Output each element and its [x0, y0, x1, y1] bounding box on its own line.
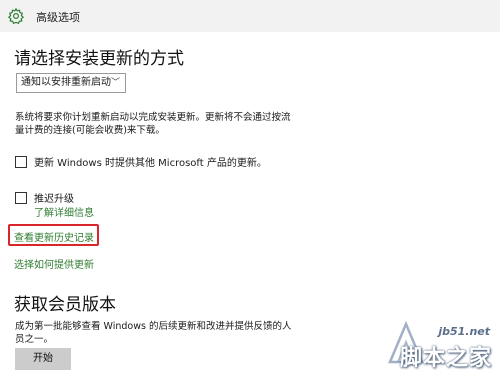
dropdown-value: 通知以安排重新启动 — [21, 77, 111, 88]
microsoft-products-option[interactable]: 更新 Windows 时提供其他 Microsoft 产品的更新。 — [15, 154, 267, 169]
defer-upgrades-checkbox[interactable] — [15, 191, 27, 204]
defer-upgrades-option[interactable]: 推迟升级 — [15, 190, 74, 205]
restart-mode-dropdown[interactable]: 通知以安排重新启动 ﹀ — [16, 73, 126, 93]
view-update-history-link[interactable]: 查看更新历史记录 — [14, 229, 94, 244]
defer-upgrades-label: 推迟升级 — [34, 194, 74, 205]
microsoft-products-label: 更新 Windows 时提供其他 Microsoft 产品的更新。 — [34, 158, 267, 169]
choose-delivery-link[interactable]: 选择如何提供更新 — [14, 256, 94, 271]
install-method-heading: 请选择安装更新的方式 — [14, 49, 184, 69]
chevron-down-icon: ﹀ — [110, 78, 120, 88]
watermark-domain: jb51.net — [438, 325, 490, 338]
install-description-line-1: 系统将要求你计划重新启动以完成安装更新。更新将不会通过按流 — [15, 112, 291, 123]
title-bar: 高级选项 — [0, 0, 500, 32]
get-started-button[interactable]: 开始 — [15, 348, 71, 370]
microsoft-products-checkbox[interactable] — [15, 155, 27, 168]
gear-icon — [7, 7, 25, 25]
insider-heading: 获取会员版本 — [14, 295, 116, 315]
install-description-line-2: 量计费的连接(可能会收费)来下载。 — [15, 125, 165, 136]
watermark-text: 脚本之家 — [399, 346, 492, 371]
window-title: 高级选项 — [36, 11, 80, 24]
install-description: 系统将要求你计划重新启动以完成安装更新。更新将不会通过按流 量计费的连接(可能会… — [15, 111, 480, 137]
learn-more-link[interactable]: 了解详细信息 — [34, 204, 94, 219]
